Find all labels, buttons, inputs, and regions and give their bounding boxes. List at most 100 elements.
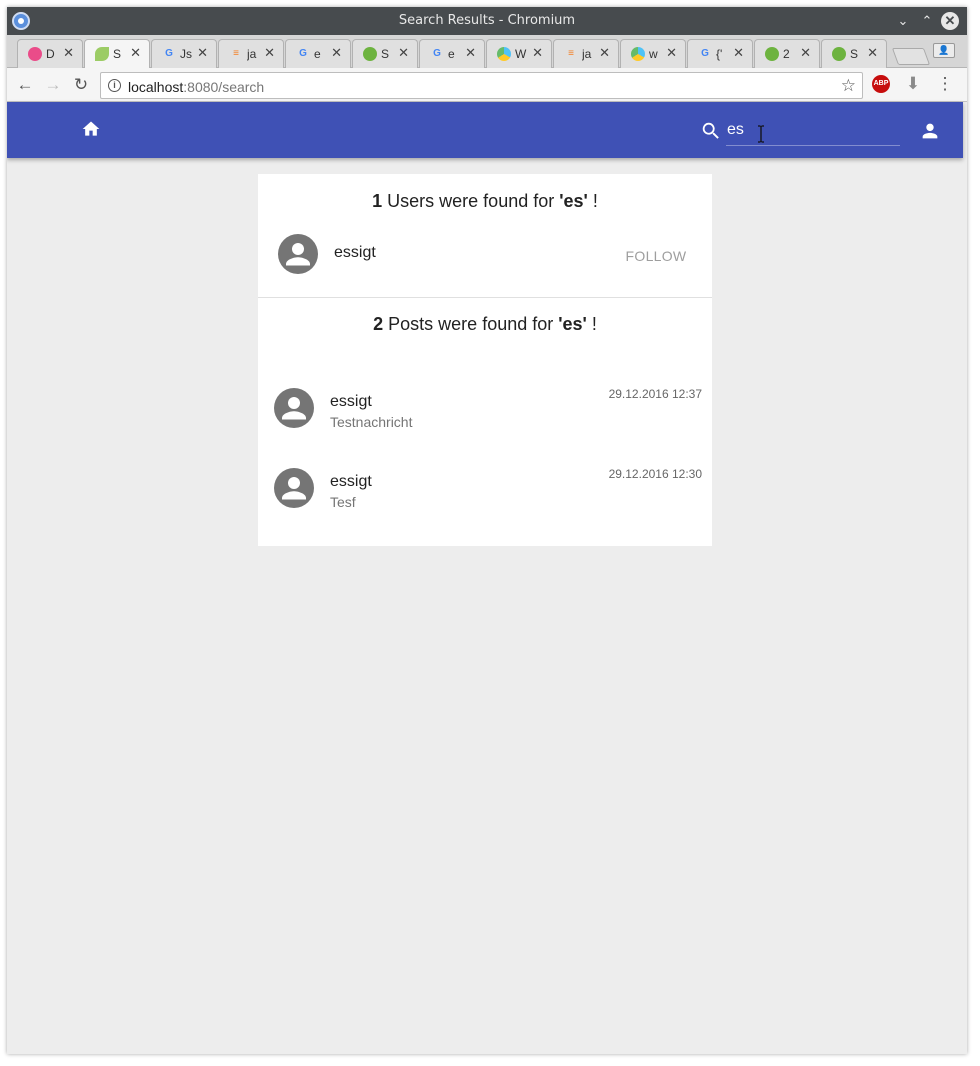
tab-label: W [515,47,527,61]
post-author: essigt [330,473,372,490]
avatar [274,388,314,428]
tab-close-icon[interactable]: ✕ [666,45,677,61]
window-title: Search Results - Chromium [398,13,576,28]
avatar [274,468,314,508]
reload-button[interactable]: ↻ [70,74,92,96]
bookmark-star-icon[interactable]: ☆ [841,76,856,96]
posts-results-heading: 2 Posts were found for 'es' ! [258,298,712,352]
posts-heading-suffix: ! [586,314,597,334]
browser-window: Search Results - Chromium ⌄ ⌃ ✕ D ✕ S ✕ … [7,7,967,1054]
users-query: 'es' [559,191,588,211]
address-bar[interactable]: i localhost:8080/search ☆ [100,72,863,99]
tab-6[interactable]: G e ✕ [419,39,485,68]
tab-close-icon[interactable]: ✕ [733,45,744,61]
url-host: localhost [128,79,184,95]
tab-close-icon[interactable]: ✕ [398,45,409,61]
users-results-heading: 1 Users were found for 'es' ! [258,174,712,226]
users-heading-text: Users were found for [382,191,560,211]
download-arrow-icon[interactable]: ⬇ [904,75,922,93]
spring-icon [765,47,779,61]
users-heading-suffix: ! [587,191,598,211]
tab-close-icon[interactable]: ✕ [465,45,476,61]
tab-label: Js [180,47,192,61]
tab-close-icon[interactable]: ✕ [264,45,275,61]
browser-toolbar: ← → ↻ i localhost:8080/search ☆ ABP ⬇ ⋮ [7,68,967,102]
person-icon [286,243,310,266]
tab-label: ja [582,47,592,61]
title-bar: Search Results - Chromium ⌄ ⌃ ✕ [7,7,967,35]
multicolor-icon [497,47,511,61]
tab-close-icon[interactable]: ✕ [800,45,811,61]
menu-icon[interactable]: ⋮ [936,75,954,93]
follow-button[interactable]: FOLLOW [617,238,695,274]
tab-close-icon[interactable]: ✕ [867,45,878,61]
posts-count: 2 [373,314,384,334]
tab-label: e [314,47,321,61]
url-path: :8080/search [183,79,265,95]
search-icon[interactable] [700,120,722,142]
tab-label: {' [716,47,723,61]
account-icon[interactable] [919,120,941,142]
google-icon: G [701,48,709,59]
person-icon [282,397,306,420]
tab-7[interactable]: W ✕ [486,39,552,68]
posts-query: 'es' [558,314,587,334]
user-list-item[interactable]: essigt FOLLOW [258,226,712,286]
tab-9[interactable]: w ✕ [620,39,686,68]
tab-11[interactable]: 2 ✕ [754,39,820,68]
tab-close-icon[interactable]: ✕ [197,45,208,61]
tab-strip: D ✕ S ✕ G Js ✕ ≡ ja ✕ G e ✕ S ✕ G e ✕ W … [7,35,967,69]
person-icon [282,477,306,500]
page-content: 1 Users were found for 'es' ! essigt FOL… [7,102,967,1054]
user-name[interactable]: essigt [334,244,376,262]
tab-5[interactable]: S ✕ [352,39,418,68]
profile-icon[interactable]: 👤 [933,43,955,58]
post-text: Tesf [330,494,356,510]
new-tab-button[interactable] [891,48,931,65]
tab-1[interactable]: S ✕ [84,39,150,69]
tab-label: e [448,47,455,61]
tab-label: S [850,47,859,61]
tab-10[interactable]: G {' ✕ [687,39,753,68]
multicolor-icon [631,47,645,61]
tab-label: 2 [783,47,790,61]
stackoverflow-icon: ≡ [233,48,239,59]
tab-12[interactable]: S ✕ [821,39,887,68]
tab-8[interactable]: ≡ ja ✕ [553,39,619,68]
tab-0[interactable]: D ✕ [17,39,83,68]
users-count: 1 [372,191,383,211]
text-cursor-icon [758,125,764,143]
post-timestamp: 29.12.2016 12:37 [608,387,702,401]
adblock-plus-icon[interactable]: ABP [872,75,890,93]
maximize-button[interactable]: ⌃ [918,12,936,30]
info-icon[interactable]: i [108,79,121,92]
post-list-item[interactable]: essigt Testnachricht 29.12.2016 12:37 [258,368,712,448]
tab-label: S [381,47,390,61]
close-window-button[interactable]: ✕ [941,12,959,30]
tab-close-icon[interactable]: ✕ [599,45,610,61]
search-results-card: 1 Users were found for 'es' ! essigt FOL… [258,174,712,546]
dribbble-icon [28,47,42,61]
forward-button[interactable]: → [42,74,64,96]
home-icon[interactable] [80,119,102,139]
tab-4[interactable]: G e ✕ [285,39,351,68]
back-button[interactable]: ← [14,74,36,96]
spring-icon [832,47,846,61]
tab-2[interactable]: G Js ✕ [151,39,217,68]
google-icon: G [433,48,441,59]
avatar [278,234,318,274]
tab-label: S [113,47,122,61]
search-input[interactable] [726,118,900,146]
url-text[interactable]: localhost:8080/search [128,79,264,95]
tab-3[interactable]: ≡ ja ✕ [218,39,284,68]
app-bar [7,102,963,158]
tab-close-icon[interactable]: ✕ [63,45,74,61]
post-list-item[interactable]: essigt Tesf 29.12.2016 12:30 [258,448,712,528]
post-author: essigt [330,393,372,410]
post-timestamp: 29.12.2016 12:30 [608,467,702,481]
google-icon: G [165,48,173,59]
tab-close-icon[interactable]: ✕ [532,45,543,61]
tab-close-icon[interactable]: ✕ [331,45,342,61]
minimize-button[interactable]: ⌄ [894,12,912,30]
tab-close-icon[interactable]: ✕ [130,45,141,61]
